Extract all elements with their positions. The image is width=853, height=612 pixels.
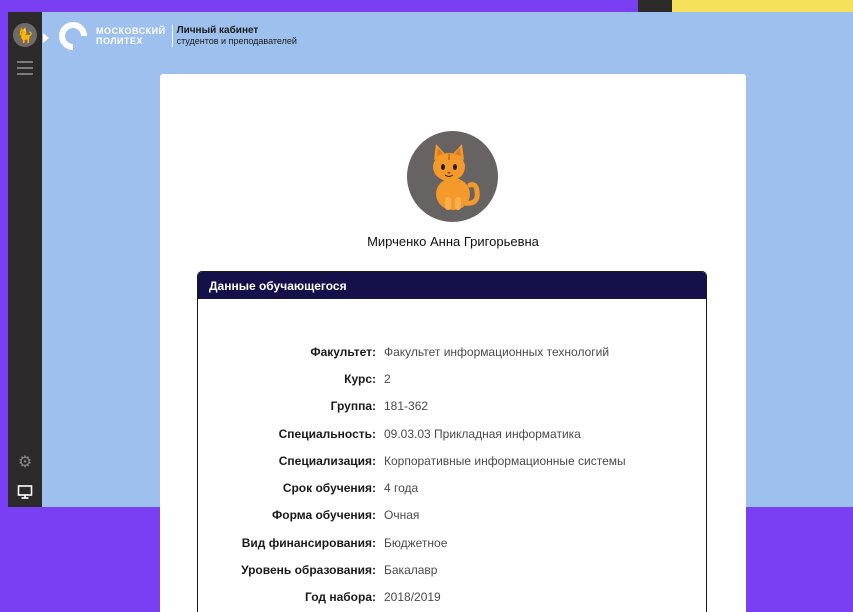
data-row-value: 181-362 — [384, 399, 429, 414]
data-row-group: Группа: 181-362 — [198, 393, 706, 420]
chevron-right-icon[interactable] — [43, 30, 49, 43]
student-data-panel: Данные обучающегося Факультет: Факультет… — [197, 271, 707, 612]
user-full-name: Мирченко Анна Григорьевна — [367, 234, 539, 249]
data-row-key: Год набора: — [305, 590, 376, 605]
data-row-value: 4 года — [384, 481, 419, 496]
logo-brand: МОСКОВСКИЙ ПОЛИТЕХ — [96, 26, 166, 46]
menu-icon[interactable] — [17, 61, 33, 75]
top-decoration — [638, 0, 853, 12]
logo-mark-icon — [58, 21, 88, 51]
data-row-key: Специализация: — [278, 453, 376, 468]
data-row-value: Бюджетное — [384, 535, 448, 550]
logo-brand-line1: МОСКОВСКИЙ — [96, 26, 166, 36]
data-row-faculty: Факультет: Факультет информационных техн… — [198, 338, 706, 365]
cat-icon — [433, 144, 480, 210]
logo-subtitle-block: Личный кабинет студентов и преподавателе… — [177, 25, 297, 47]
data-row-course: Курс: 2 — [198, 365, 706, 392]
monitor-icon[interactable] — [17, 484, 33, 500]
logo-brand-line2: ПОЛИТЕХ — [96, 36, 144, 46]
data-row-key: Курс: — [344, 371, 376, 386]
data-row-specialty: Специальность: 09.03.03 Прикладная инфор… — [198, 420, 706, 447]
data-row-value: Факультет информационных технологий — [384, 344, 610, 359]
data-row-key: Специальность: — [278, 426, 376, 441]
data-row-value: Очная — [384, 508, 420, 523]
data-row-specialization: Специализация: Корпоративные информацион… — [198, 447, 706, 474]
logo-subtitle: студентов и преподавателей — [176, 36, 297, 46]
gear-icon[interactable]: ⚙ — [17, 455, 33, 471]
data-row-value: Бакалавр — [384, 563, 438, 578]
data-row-enrollment-year: Год набора: 2018/2019 — [198, 584, 706, 611]
panel-title: Данные обучающегося — [198, 272, 706, 299]
logo-title: Личный кабинет — [176, 25, 259, 36]
cat-icon: 🐈 — [16, 26, 34, 43]
data-row-key: Уровень образования: — [241, 563, 376, 578]
sidebar: 🐈 ⚙ — [8, 12, 42, 507]
data-row-value: 2018/2019 — [384, 590, 441, 605]
data-row-key: Форма обучения: — [272, 508, 376, 523]
data-row-key: Вид финансирования: — [241, 535, 376, 550]
profile-avatar — [407, 131, 498, 222]
data-row-value: 2 — [384, 371, 391, 386]
data-row-key: Факультет: — [310, 344, 376, 359]
data-row-funding: Вид финансирования: Бюджетное — [198, 529, 706, 556]
data-row-duration: Срок обучения: 4 года — [198, 474, 706, 501]
data-row-value: 09.03.03 Прикладная информатика — [384, 426, 581, 441]
top-decoration-yellow — [672, 0, 853, 12]
logo[interactable]: МОСКОВСКИЙ ПОЛИТЕХ Личный кабинет студен… — [58, 22, 297, 50]
sidebar-avatar[interactable]: 🐈 — [13, 23, 37, 47]
student-data-rows: Факультет: Факультет информационных техн… — [198, 338, 706, 611]
data-row-study-form: Форма обучения: Очная — [198, 502, 706, 529]
data-row-key: Группа: — [330, 399, 376, 414]
profile-card: Мирченко Анна Григорьевна Данные обучающ… — [160, 74, 746, 612]
data-row-key: Срок обучения: — [282, 481, 376, 496]
data-row-education-level: Уровень образования: Бакалавр — [198, 556, 706, 583]
data-row-value: Корпоративные информационные системы — [384, 453, 626, 468]
top-decoration-dark — [638, 0, 672, 12]
logo-divider — [171, 25, 173, 47]
